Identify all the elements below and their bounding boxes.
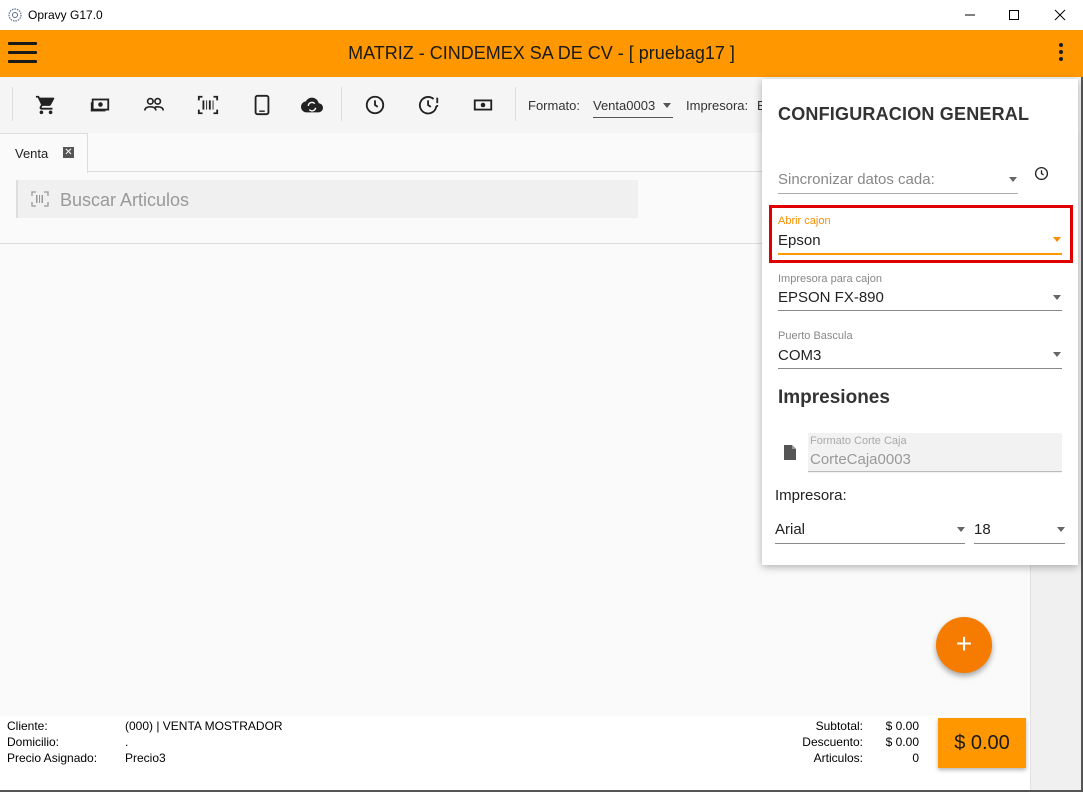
sale-footer: Cliente: (000) | VENTA MOSTRADOR Domicil… [0, 716, 1030, 792]
close-window-button[interactable] [1037, 0, 1083, 30]
precio-value: Precio3 [125, 751, 166, 765]
font-size-value: 18 [974, 521, 991, 538]
impresora-label: Impresora: [686, 98, 749, 113]
impresora-cajon-value: EPSON FX-890 [778, 289, 884, 306]
chevron-down-icon [1057, 527, 1065, 532]
cash-icon[interactable] [471, 93, 495, 117]
domicilio-label: Domicilio: [7, 735, 60, 749]
toolbar-divider [341, 87, 342, 121]
subtotal-label: Subtotal: [815, 719, 863, 733]
formato-select[interactable]: Venta0003 [593, 98, 673, 118]
clock-icon[interactable] [363, 93, 387, 117]
chevron-down-icon [1053, 295, 1061, 300]
sync-interval-select[interactable]: Sincronizar datos cada: [778, 169, 1018, 195]
impresora-cajon-select[interactable]: Impresora para cajon EPSON FX-890 [778, 273, 1062, 313]
money-icon[interactable] [88, 93, 112, 117]
divider [0, 243, 770, 244]
window-title: Opravy G17.0 [28, 8, 103, 22]
formato-corte-label: Formato Corte Caja [810, 435, 907, 447]
clock-alert-icon[interactable] [417, 93, 441, 117]
puerto-bascula-value: COM3 [778, 347, 822, 364]
impresiones-title: Impresiones [778, 387, 890, 408]
puerto-bascula-label: Puerto Bascula [778, 330, 853, 342]
formato-corte-value: CorteCaja0003 [810, 451, 911, 468]
config-panel: CONFIGURACION GENERAL Sincronizar datos … [762, 79, 1078, 565]
tablet-icon[interactable] [250, 93, 274, 117]
search-placeholder: Buscar Articulos [60, 190, 190, 210]
cart-icon[interactable] [34, 93, 58, 117]
chevron-down-icon [663, 103, 671, 108]
config-title: CONFIGURACION GENERAL [778, 104, 1030, 124]
puerto-bascula-select[interactable]: Puerto Bascula COM3 [778, 330, 1062, 370]
tab-label: Venta [15, 146, 49, 161]
cliente-value: (000) | VENTA MOSTRADOR [125, 719, 283, 733]
close-icon [1054, 9, 1066, 21]
barcode-scan-icon [31, 191, 49, 207]
maximize-button[interactable] [991, 0, 1037, 30]
highlight-box [769, 205, 1073, 263]
formato-corte-field: Formato Corte Caja CorteCaja0003 [808, 433, 1062, 473]
descuento-value: $ 0.00 [885, 735, 919, 749]
minimize-button[interactable] [947, 0, 993, 30]
people-icon[interactable] [142, 93, 166, 117]
font-select[interactable]: Arial [775, 519, 965, 545]
app-logo-icon [8, 8, 22, 22]
font-value: Arial [775, 521, 806, 538]
formato-label: Formato: [528, 98, 581, 113]
cloud-sync-icon[interactable] [300, 93, 324, 117]
descuento-label: Descuento: [802, 735, 863, 749]
formato-value: Venta0003 [593, 98, 656, 113]
add-fab-button[interactable]: + [936, 617, 992, 673]
chevron-down-icon [1009, 177, 1017, 182]
impresora-cajon-label: Impresora para cajon [778, 273, 882, 285]
more-vert-icon[interactable] [1052, 43, 1070, 65]
chevron-down-icon [957, 527, 965, 532]
articulos-label: Articulos: [813, 751, 863, 765]
file-icon [784, 445, 796, 460]
total-pay-button[interactable]: $ 0.00 [938, 718, 1026, 768]
chevron-down-icon [1053, 352, 1061, 357]
search-input[interactable]: Buscar Articulos [16, 180, 638, 218]
toolbar-divider [12, 87, 13, 121]
header-title: MATRIZ - CINDEMEX SA DE CV - [ pruebag17… [348, 43, 735, 63]
maximize-icon [1009, 10, 1019, 20]
tab-venta[interactable]: Venta ✕ [0, 133, 88, 173]
sync-placeholder: Sincronizar datos cada: [778, 171, 935, 188]
barcode-icon[interactable] [196, 93, 220, 117]
domicilio-value: . [125, 735, 129, 749]
close-tab-icon[interactable]: ✕ [63, 147, 74, 158]
cliente-label: Cliente: [7, 719, 48, 733]
precio-label: Precio Asignado: [7, 751, 98, 765]
minimize-icon [965, 14, 975, 16]
app-header: MATRIZ - CINDEMEX SA DE CV - [ pruebag17… [0, 30, 1083, 77]
impresora-print-label: Impresora: [775, 487, 847, 504]
subtotal-value: $ 0.00 [885, 719, 919, 733]
articulos-value: 0 [912, 751, 919, 765]
clock-icon[interactable] [1034, 166, 1049, 181]
font-size-select[interactable]: 18 [974, 519, 1065, 545]
window-titlebar: Opravy G17.0 [0, 0, 1083, 30]
toolbar-divider [515, 87, 516, 121]
